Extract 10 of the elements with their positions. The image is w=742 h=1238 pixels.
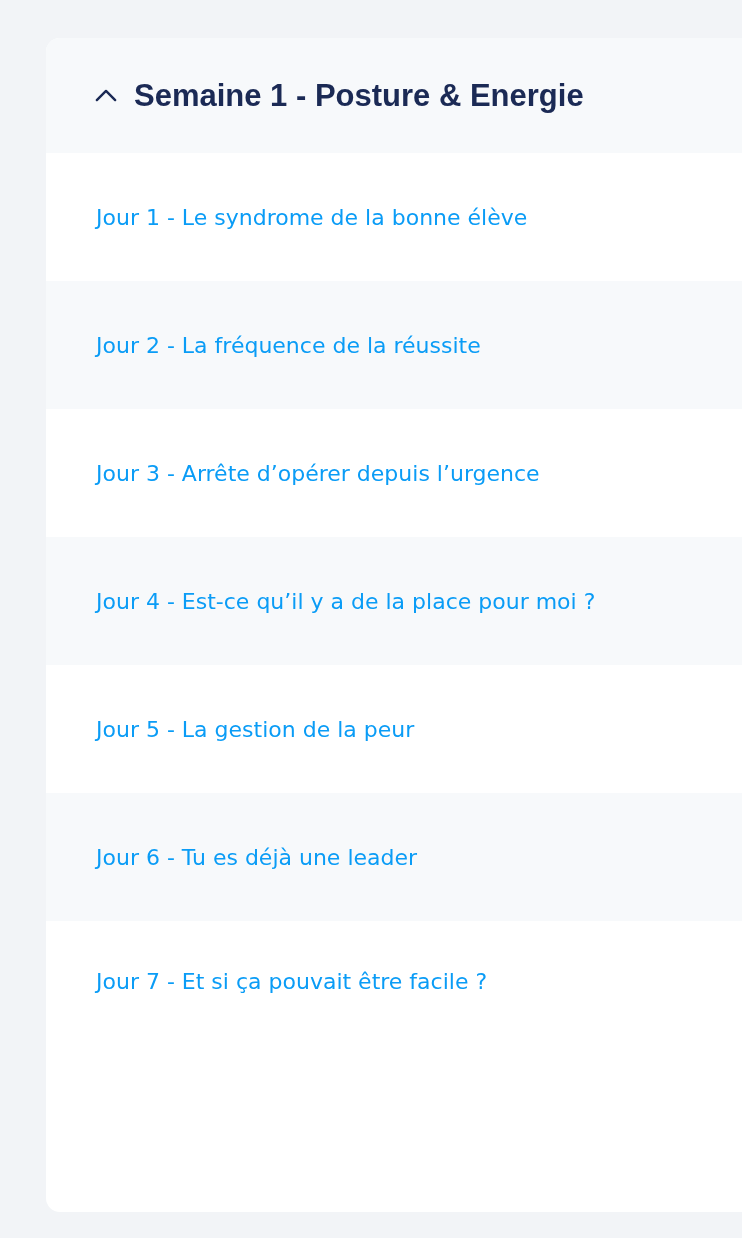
lesson-link[interactable]: Jour 6 - Tu es déjà une leader bbox=[96, 844, 418, 870]
lesson-link[interactable]: Jour 2 - La fréquence de la réussite bbox=[96, 332, 481, 358]
section-title: Semaine 1 - Posture & Energie bbox=[134, 77, 584, 114]
chevron-up-icon[interactable] bbox=[95, 89, 117, 102]
section-header[interactable]: Semaine 1 - Posture & Energie bbox=[46, 38, 742, 153]
lesson-link[interactable]: Jour 7 - Et si ça pouvait être facile ? bbox=[96, 969, 488, 994]
lesson-link[interactable]: Jour 3 - Arrête d’opérer depuis l’urgence bbox=[96, 460, 540, 486]
lesson-link[interactable]: Jour 4 - Est-ce qu’il y a de la place pour moi ? bbox=[96, 588, 596, 614]
lesson-link[interactable]: Jour 1 - Le syndrome de la bonne élève bbox=[96, 204, 528, 230]
lesson-link[interactable]: Jour 5 - La gestion de la peur bbox=[96, 716, 415, 742]
